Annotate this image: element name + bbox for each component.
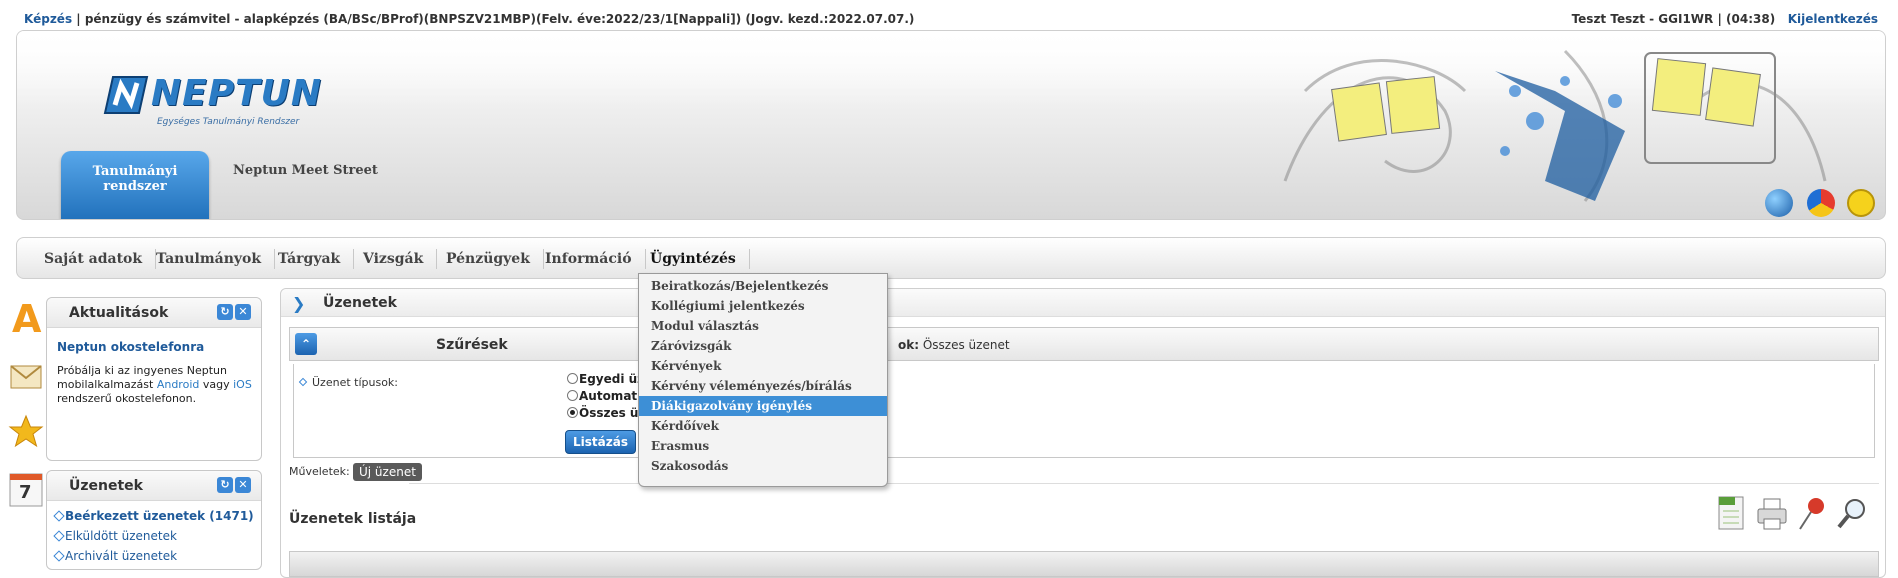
nav-item-vizsgak[interactable]: Vizsgák — [350, 249, 438, 269]
list-button[interactable]: Listázás — [565, 430, 636, 454]
messages-box-title: Üzenetek — [69, 478, 143, 494]
message-type-label: Üzenet típusok: — [312, 376, 399, 389]
menu-item-diakigazolvany[interactable]: Diákigazolvány igénylés — [639, 396, 887, 416]
list-toolbar — [1715, 495, 1875, 535]
radio-automatic[interactable]: Automatil — [567, 389, 645, 403]
bullet-icon — [53, 530, 65, 542]
excel-icon[interactable] — [1715, 495, 1749, 533]
menu-item-modul[interactable]: Modul választás — [639, 316, 887, 336]
news-box-header: Aktualitások ↻ ✕ — [47, 298, 261, 328]
ios-link[interactable]: iOS — [233, 378, 252, 391]
close-icon[interactable]: ✕ — [235, 304, 251, 320]
menu-item-kollegiumi[interactable]: Kollégiumi jelentkezés — [639, 296, 887, 316]
pin-icon[interactable] — [1795, 495, 1829, 533]
training-program: | pénzügy és számvitel - alapképzés (BA/… — [72, 12, 915, 26]
news-headline[interactable]: Neptun okostelefonra — [57, 340, 204, 354]
logo-subtitle: Egységes Tanulmányi Rendszer — [157, 117, 300, 127]
globe-icon[interactable] — [1765, 189, 1793, 217]
star-icon[interactable] — [8, 414, 44, 450]
radio-circle[interactable] — [567, 390, 578, 401]
archived-link[interactable]: Archivált üzenetek — [65, 549, 177, 563]
nav-item-penzugyek[interactable]: Pénzügyek — [433, 249, 544, 269]
calendar-day: 7 — [19, 482, 32, 503]
main-navigation: Saját adatok Tanulmányok Tárgyak Vizsgák… — [16, 237, 1886, 279]
radio-all[interactable]: Összes üz — [567, 406, 645, 420]
radio-circle[interactable] — [567, 407, 578, 418]
messages-panel: ❯ Üzenetek ⌃ Szűrések ok: Összes üzenet … — [280, 288, 1886, 578]
refresh-icon[interactable]: ↻ — [217, 304, 233, 320]
menu-item-kervenyek[interactable]: Kérvények — [639, 356, 887, 376]
collapse-filter-button[interactable]: ⌃ — [295, 333, 317, 355]
color-wheel-icon[interactable] — [1807, 189, 1835, 217]
inbox-link[interactable]: Beérkezett üzenetek (1471) — [65, 509, 254, 523]
menu-item-erasmus[interactable]: Erasmus — [639, 436, 887, 456]
news-box: Aktualitások ↻ ✕ Neptun okostelefonra Pr… — [46, 297, 262, 461]
system-tab[interactable]: Tanulmányi rendszer — [61, 151, 209, 219]
logout-link[interactable]: Kijelentkezés — [1788, 12, 1878, 26]
menu-item-szakosodas[interactable]: Szakosodás — [639, 456, 887, 476]
new-message-button[interactable]: Új üzenet — [353, 463, 422, 481]
page-title: Üzenetek — [323, 295, 397, 311]
envelope-icon[interactable] — [8, 356, 44, 392]
chevron-right-icon: ❯ — [292, 294, 306, 313]
radio-individual[interactable]: Egyedi üz — [567, 372, 644, 386]
meet-street-link[interactable]: Neptun Meet Street — [233, 163, 378, 178]
menu-item-kerveny-velemenyezes[interactable]: Kérvény véleményezés/bírálás — [639, 376, 887, 396]
nav-item-informacio[interactable]: Információ — [532, 249, 646, 269]
close-icon[interactable]: ✕ — [235, 477, 251, 493]
radio-circle[interactable] — [567, 373, 578, 384]
calendar-icon[interactable]: 7 — [8, 470, 44, 507]
filter-selection: ok: Összes üzenet — [898, 338, 1010, 352]
menu-item-kerdoivek[interactable]: Kérdőívek — [639, 416, 887, 436]
bullet-icon — [53, 510, 65, 522]
operations-label: Műveletek: — [289, 465, 350, 478]
nav-item-tanulmanyok[interactable]: Tanulmányok — [143, 249, 276, 269]
divider — [409, 483, 1879, 484]
svg-text:A: A — [12, 298, 42, 338]
a-letter-icon[interactable]: A — [8, 297, 44, 341]
android-link[interactable]: Android — [157, 378, 200, 391]
filter-header: ⌃ Szűrések ok: Összes üzenet — [289, 327, 1879, 361]
refresh-icon[interactable]: ↻ — [217, 477, 233, 493]
filter-body: Üzenet típusok: Egyedi üz Automatil Össz… — [293, 364, 1875, 458]
news-text: Próbálja ki az ingyenes Neptun mobilalka… — [57, 364, 252, 405]
user-name-timer: Teszt Teszt - GGI1WR | (04:38) — [1571, 12, 1776, 26]
accessibility-icon[interactable] — [1847, 189, 1875, 217]
printer-icon[interactable] — [1755, 495, 1789, 533]
header: NEPTUN Egységes Tanulmányi Rendszer Tanu… — [16, 30, 1886, 220]
menu-item-zarovizsgak[interactable]: Záróvizsgák — [639, 336, 887, 356]
messages-box-header: Üzenetek ↻ ✕ — [47, 471, 261, 501]
search-icon[interactable] — [1835, 495, 1869, 533]
neptun-logo-icon — [103, 76, 149, 114]
nav-item-ugyintezes[interactable]: Ügyintézés — [637, 249, 750, 269]
messages-grid-header — [289, 551, 1879, 577]
list-title: Üzenetek listája — [289, 511, 417, 527]
logo-text: NEPTUN — [151, 73, 323, 114]
user-info: Teszt Teszt - GGI1WR | (04:38) Kijelentk… — [1572, 12, 1878, 26]
neptun-logo[interactable]: NEPTUN Egységes Tanulmányi Rendszer — [101, 69, 321, 127]
ugyintezes-dropdown-menu: Beiratkozás/Bejelentkezés Kollégiumi jel… — [638, 273, 888, 487]
panel-header: ❯ Üzenetek — [281, 289, 1885, 317]
news-box-title: Aktualitások — [69, 305, 169, 321]
messages-box: Üzenetek ↻ ✕ Beérkezett üzenetek (1471) … — [46, 470, 262, 570]
bullet-icon — [298, 377, 308, 387]
training-info: Képzés | pénzügy és számvitel - alapképz… — [24, 12, 914, 26]
menu-item-beiratkozas[interactable]: Beiratkozás/Bejelentkezés — [639, 276, 887, 296]
nav-item-targyak[interactable]: Tárgyak — [265, 249, 355, 269]
filter-title: Szűrések — [436, 337, 508, 353]
training-link[interactable]: Képzés — [24, 12, 72, 26]
sent-link[interactable]: Elküldött üzenetek — [65, 529, 177, 543]
nav-item-sajat-adatok[interactable]: Saját adatok — [31, 249, 157, 269]
